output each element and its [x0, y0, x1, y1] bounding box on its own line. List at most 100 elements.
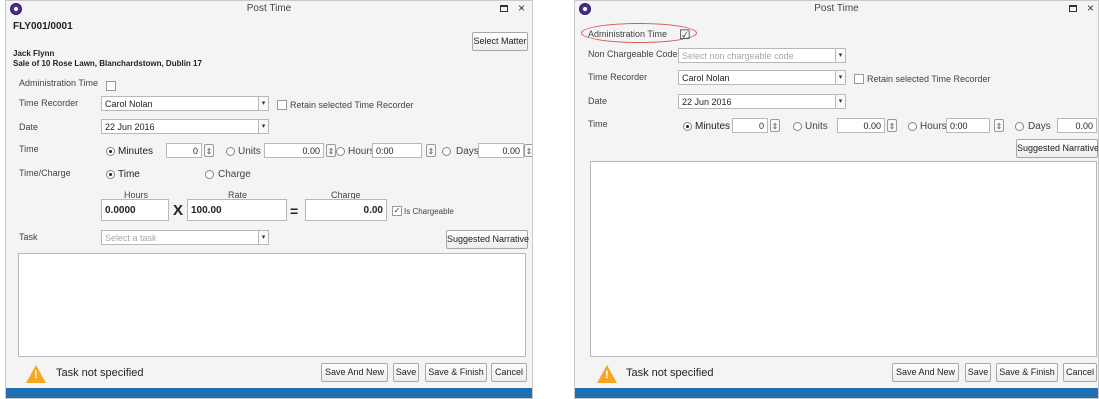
date-picker[interactable]: 22 Jun 2016 ▾ [678, 94, 846, 109]
time-recorder-label: Time Recorder [19, 98, 79, 108]
hours-input[interactable]: 0:00 [946, 118, 990, 133]
save-and-new-button[interactable]: Save And New [892, 363, 959, 382]
post-time-window-right: Post Time × Administration Time ☑ Non Ch… [574, 0, 1099, 399]
date-label: Date [588, 96, 608, 106]
time-label: Time [588, 119, 608, 129]
units-input[interactable]: 0.00 [837, 118, 885, 133]
days-radio[interactable] [1015, 122, 1024, 131]
units-input[interactable]: 0.00 [264, 143, 324, 158]
chevron-down-icon[interactable]: ▾ [258, 97, 268, 110]
time-recorder-label: Time Recorder [588, 72, 648, 82]
retain-recorder-checkbox[interactable] [277, 100, 287, 110]
close-icon[interactable]: × [518, 1, 525, 15]
minutes-radio[interactable] [106, 147, 115, 156]
time-option-radio[interactable] [106, 170, 115, 179]
charge-option-label: Charge [218, 169, 251, 180]
days-spinner-icon[interactable]: ⇕ [524, 144, 532, 157]
days-input[interactable]: 0.00 [478, 143, 524, 158]
minutes-label: Minutes [118, 146, 154, 157]
units-label: Units [805, 121, 828, 132]
units-spinner-icon[interactable]: ⇕ [326, 144, 336, 157]
charge-option-radio[interactable] [205, 170, 214, 179]
window-title: Post Time [814, 3, 859, 14]
task-placeholder: Select a task [105, 233, 157, 243]
time-recorder-select[interactable]: Carol Nolan ▾ [101, 96, 269, 111]
hours-input[interactable]: 0:00 [372, 143, 422, 158]
suggested-narrative-button[interactable]: Suggested Narrative [1016, 139, 1098, 158]
time-recorder-select[interactable]: Carol Nolan ▾ [678, 70, 846, 85]
save-and-finish-button[interactable]: Save & Finish [425, 363, 487, 382]
hours-spinner-icon[interactable]: ⇕ [994, 119, 1004, 132]
save-and-finish-button[interactable]: Save & Finish [996, 363, 1058, 382]
hours-radio[interactable] [908, 122, 917, 131]
warning-mark: ! [605, 369, 609, 381]
minutes-input[interactable]: 0 [732, 118, 768, 133]
client-name: Jack Flynn [13, 49, 55, 58]
narrative-textarea[interactable] [18, 253, 526, 357]
non-chargeable-code-select[interactable]: Select non chargeable code ▾ [678, 48, 846, 63]
retain-recorder-label: Retain selected Time Recorder [867, 74, 991, 84]
date-label: Date [19, 122, 39, 132]
chevron-down-icon[interactable]: ▾ [835, 71, 845, 84]
minutes-radio[interactable] [683, 122, 692, 131]
warning-message: Task not specified [626, 367, 714, 379]
save-button[interactable]: Save [965, 363, 991, 382]
hours-spinner-icon[interactable]: ⇕ [426, 144, 436, 157]
task-select[interactable]: Select a task ▾ [101, 230, 269, 245]
date-value: 22 Jun 2016 [105, 122, 155, 132]
title-bar: Post Time × [6, 1, 532, 18]
task-label: Task [19, 232, 38, 242]
cancel-button[interactable]: Cancel [1063, 363, 1097, 382]
minutes-spinner-icon[interactable]: ⇕ [204, 144, 214, 157]
time-charge-label: Time/Charge [19, 168, 71, 178]
units-radio[interactable] [226, 147, 235, 156]
hours-amount-input[interactable]: 0.0000 [101, 199, 169, 221]
title-bar: Post Time × [575, 1, 1098, 18]
time-recorder-value: Carol Nolan [105, 99, 153, 109]
date-picker[interactable]: 22 Jun 2016 ▾ [101, 119, 269, 134]
post-time-window-left: Post Time × FLY001/0001 Select Matter Ja… [5, 0, 533, 399]
minutes-input[interactable]: 0 [166, 143, 202, 158]
suggested-narrative-button[interactable]: Suggested Narrative [446, 230, 529, 249]
admin-time-checkbox[interactable] [106, 81, 116, 91]
chevron-down-icon[interactable]: ▾ [258, 120, 268, 133]
retain-recorder-checkbox[interactable] [854, 74, 864, 84]
units-spinner-icon[interactable]: ⇕ [887, 119, 897, 132]
minutes-label: Minutes [695, 121, 731, 132]
narrative-textarea[interactable] [590, 161, 1097, 357]
days-input[interactable]: 0.00 [1057, 118, 1097, 133]
hours-radio[interactable] [336, 147, 345, 156]
close-icon[interactable]: × [1087, 1, 1094, 15]
maximize-icon[interactable] [500, 5, 508, 12]
is-chargeable-label: Is Chargeable [404, 207, 454, 216]
charge-amount-input[interactable]: 0.00 [305, 199, 387, 221]
admin-time-label: Administration Time [19, 78, 99, 88]
units-radio[interactable] [793, 122, 802, 131]
window-title: Post Time [246, 3, 292, 14]
warning-message: Task not specified [56, 367, 144, 379]
time-option-label: Time [118, 169, 140, 180]
admin-time-label: Administration Time [588, 29, 668, 39]
chevron-down-icon[interactable]: ▾ [835, 95, 845, 108]
days-label: Days [456, 146, 479, 157]
maximize-icon[interactable] [1069, 5, 1077, 12]
cancel-button[interactable]: Cancel [491, 363, 527, 382]
save-and-new-button[interactable]: Save And New [321, 363, 388, 382]
multiply-icon: X [173, 202, 184, 219]
minutes-spinner-icon[interactable]: ⇕ [770, 119, 780, 132]
days-radio[interactable] [442, 147, 451, 156]
time-label: Time [19, 144, 39, 154]
chevron-down-icon[interactable]: ▾ [835, 49, 845, 62]
admin-time-checkbox[interactable]: ☑ [679, 27, 691, 43]
rate-amount-input[interactable]: 100.00 [187, 199, 287, 221]
matter-ref: FLY001/0001 [13, 21, 73, 32]
is-chargeable-checkbox[interactable]: ✓ [392, 206, 402, 216]
select-matter-button[interactable]: Select Matter [472, 32, 528, 51]
chevron-down-icon[interactable]: ▾ [258, 231, 268, 244]
save-button[interactable]: Save [393, 363, 419, 382]
time-recorder-value: Carol Nolan [682, 73, 730, 83]
status-bar [575, 388, 1098, 398]
retain-recorder-label: Retain selected Time Recorder [290, 100, 414, 110]
warning-mark: ! [34, 369, 38, 381]
non-chargeable-placeholder: Select non chargeable code [682, 51, 794, 61]
